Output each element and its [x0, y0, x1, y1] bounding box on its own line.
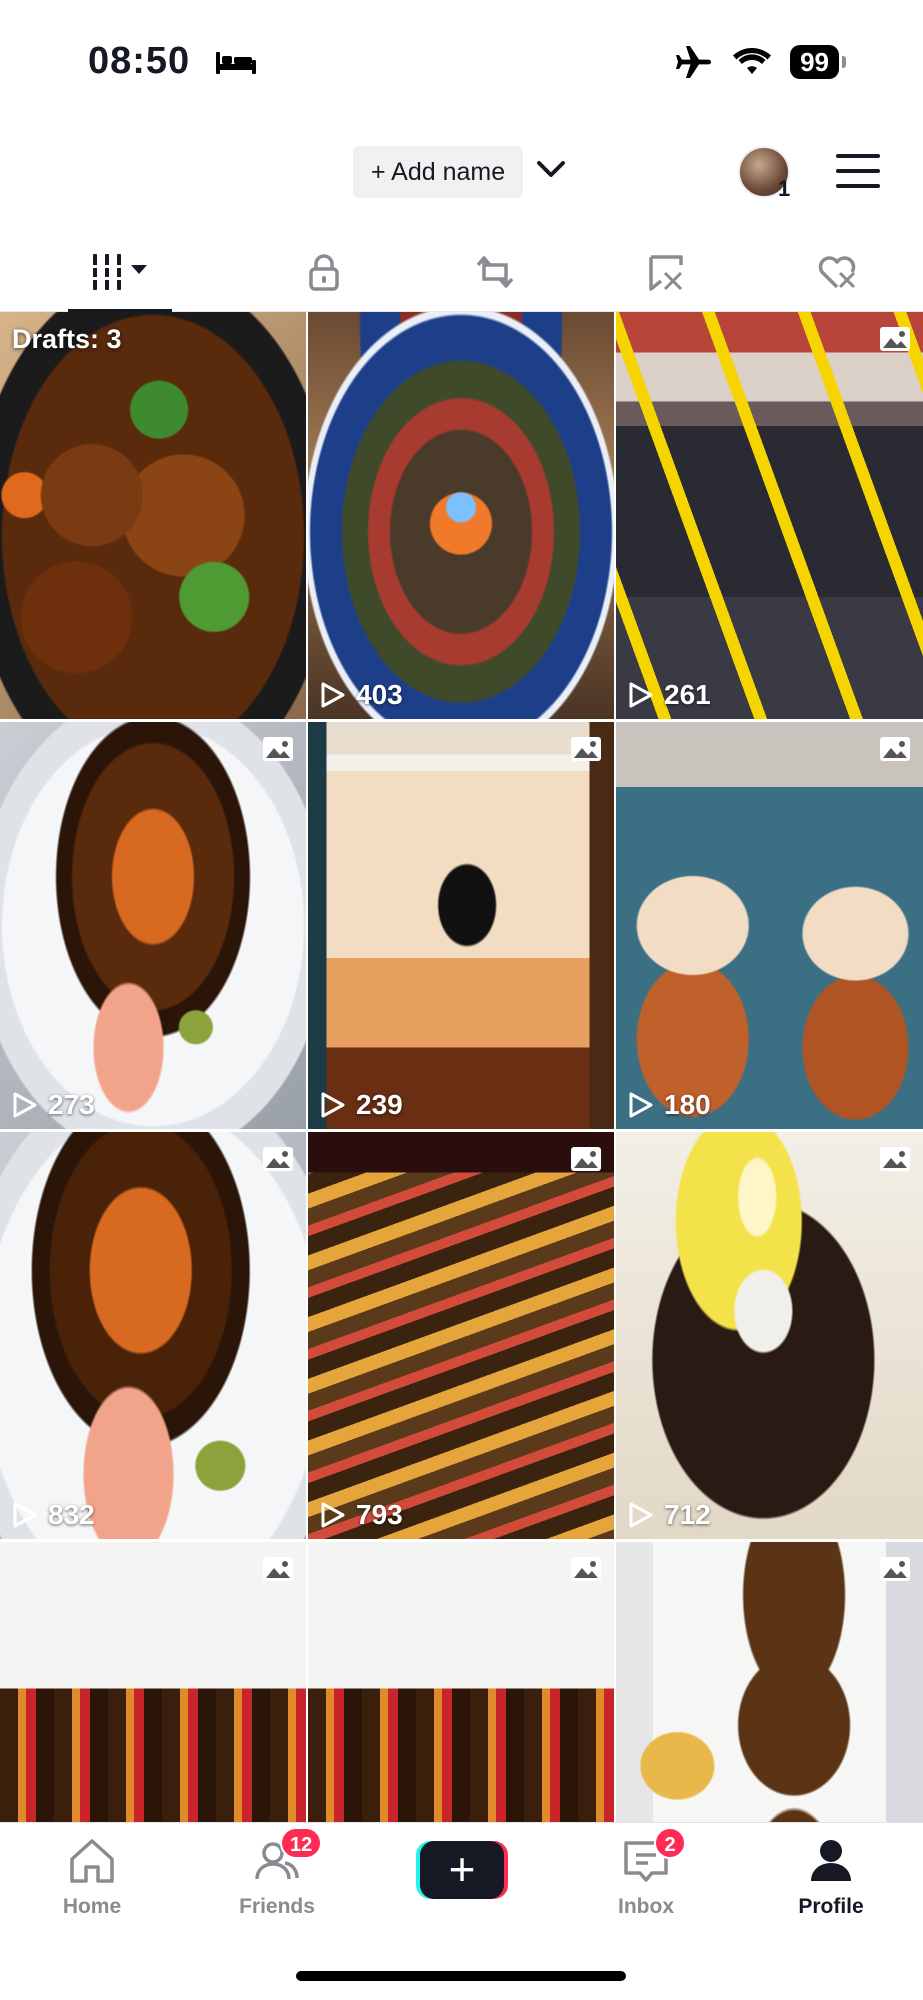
view-count-value: 239: [356, 1089, 403, 1120]
thumbnail: [0, 722, 306, 1129]
plus-icon: +: [420, 1841, 504, 1899]
photo-tile[interactable]: 712: [616, 1132, 923, 1539]
play-icon: [321, 1092, 345, 1118]
profile-icon: [811, 1840, 851, 1881]
photo-icon: [880, 327, 910, 351]
repost-icon: [476, 256, 514, 288]
home-icon: [70, 1839, 114, 1883]
nav-friends[interactable]: Friends: [212, 1835, 342, 1919]
play-icon: [629, 1092, 653, 1118]
photo-icon: [571, 1557, 601, 1581]
bookmark-icon: [649, 255, 684, 291]
thumbnail: [0, 1132, 306, 1539]
bed-icon: [216, 52, 256, 74]
view-count: 832: [12, 1499, 95, 1531]
chevron-down-icon[interactable]: [536, 158, 566, 180]
view-count-value: 273: [48, 1089, 95, 1120]
profile-tabs: [0, 232, 923, 313]
tabletop: [308, 1132, 614, 1539]
nav-profile-label: Profile: [798, 1895, 864, 1918]
photo-tile[interactable]: 793: [308, 1132, 614, 1539]
view-count: 261: [628, 679, 711, 711]
tab-private[interactable]: [239, 232, 410, 312]
nav-home[interactable]: Home: [27, 1835, 157, 1919]
nav-inbox-label: Inbox: [618, 1895, 674, 1918]
view-count: 403: [320, 679, 403, 711]
nav-home-label: Home: [62, 1895, 122, 1918]
video-tile[interactable]: 403: [308, 312, 614, 719]
tab-reposts[interactable]: [410, 232, 581, 312]
play-icon: [13, 1502, 37, 1528]
drafts-label: Drafts: 3: [12, 324, 122, 354]
view-count-value: 793: [356, 1499, 403, 1530]
photo-tile[interactable]: 273: [0, 722, 306, 1129]
inbox-badge: 2: [654, 1827, 686, 1859]
grid-icon: [89, 254, 148, 290]
photo-icon: [263, 1147, 293, 1171]
nav-inbox[interactable]: Inbox: [581, 1835, 711, 1919]
photo-icon: [880, 1557, 910, 1581]
view-count-value: 712: [664, 1499, 711, 1530]
thumbnail: [308, 312, 614, 719]
nav-profile[interactable]: Profile: [766, 1835, 896, 1919]
photo-icon: [571, 737, 601, 761]
add-name-button[interactable]: + Add name: [353, 146, 524, 198]
thumbnail: [616, 1132, 923, 1539]
photo-icon: [571, 1147, 601, 1171]
heart-icon: [819, 256, 856, 289]
posts-grid: Drafts: 3 403 261 273 239 180 832 793 71…: [0, 312, 923, 1949]
menu-icon[interactable]: [836, 154, 880, 188]
play-icon: [629, 1502, 653, 1528]
tab-liked[interactable]: [752, 232, 923, 312]
play-icon: [13, 1092, 37, 1118]
avatar-badge: 1: [778, 176, 791, 201]
photo-icon: [263, 737, 293, 761]
status-icons: 99: [674, 44, 846, 80]
view-count: 273: [12, 1089, 95, 1121]
cup-background: [308, 722, 614, 1129]
view-count: 793: [320, 1499, 403, 1531]
thumbnail: [0, 312, 306, 719]
status-time: 08:50: [88, 40, 191, 82]
photo-icon: [263, 1557, 293, 1581]
friends-badge: 12: [280, 1827, 323, 1859]
view-count: 239: [320, 1089, 403, 1121]
drafts-tile[interactable]: Drafts: 3: [0, 312, 306, 719]
photo-tile[interactable]: 180: [616, 722, 923, 1129]
view-count-value: 832: [48, 1499, 95, 1530]
home-indicator[interactable]: [296, 1971, 626, 1981]
view-count: 180: [628, 1089, 711, 1121]
lock-icon: [309, 254, 339, 291]
view-count-value: 403: [356, 679, 403, 710]
play-icon: [321, 682, 345, 708]
create-button[interactable]: +: [416, 1841, 508, 1899]
play-icon: [321, 1502, 345, 1528]
view-count-value: 180: [664, 1089, 711, 1120]
play-icon: [629, 682, 653, 708]
view-count-value: 261: [664, 679, 711, 710]
wifi-icon: [733, 48, 772, 74]
airplane-icon: [676, 46, 712, 78]
photo-tile[interactable]: 239: [308, 722, 614, 1129]
thumbnail: [616, 722, 923, 1129]
thumbnail: [616, 312, 923, 719]
tab-favorites[interactable]: [581, 232, 752, 312]
view-count: 712: [628, 1499, 711, 1531]
photo-tile[interactable]: 261: [616, 312, 923, 719]
profile-header: + Add name 1: [0, 140, 923, 204]
status-bar: 08:50 99: [0, 0, 923, 120]
photo-icon: [880, 1147, 910, 1171]
photo-tile[interactable]: 832: [0, 1132, 306, 1539]
battery-icon: 99: [790, 45, 846, 79]
photo-icon: [880, 737, 910, 761]
nav-friends-label: Friends: [239, 1895, 315, 1918]
tab-videos[interactable]: [0, 232, 239, 313]
